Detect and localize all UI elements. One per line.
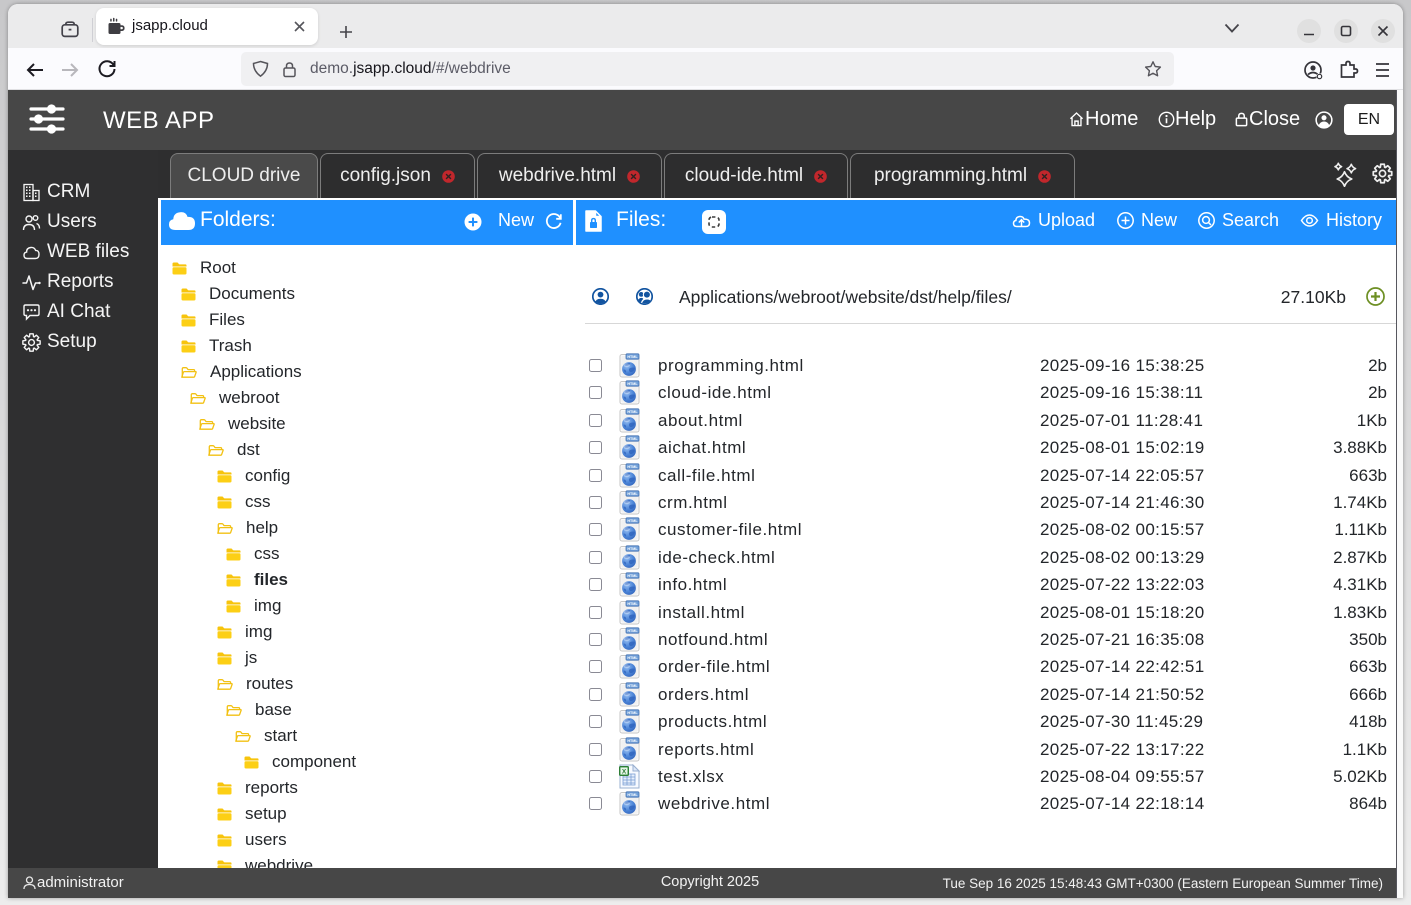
svg-text:HTML: HTML (627, 739, 638, 743)
svg-text:HTML: HTML (627, 629, 638, 633)
svg-text:HTML: HTML (627, 547, 638, 551)
svg-text:HTML: HTML (627, 684, 638, 688)
svg-text:HTML: HTML (627, 382, 638, 386)
svg-text:HTML: HTML (627, 492, 638, 496)
svg-text:HTML: HTML (627, 793, 638, 797)
svg-text:HTML: HTML (627, 711, 638, 715)
svg-text:HTML: HTML (627, 465, 638, 469)
svg-text:HTML: HTML (627, 602, 638, 606)
svg-text:HTML: HTML (627, 410, 638, 414)
svg-text:HTML: HTML (627, 437, 638, 441)
svg-text:HTML: HTML (627, 519, 638, 523)
svg-text:HTML: HTML (627, 355, 638, 359)
svg-text:HTML: HTML (627, 574, 638, 578)
svg-text:HTML: HTML (627, 656, 638, 660)
svg-text:X: X (622, 768, 627, 775)
